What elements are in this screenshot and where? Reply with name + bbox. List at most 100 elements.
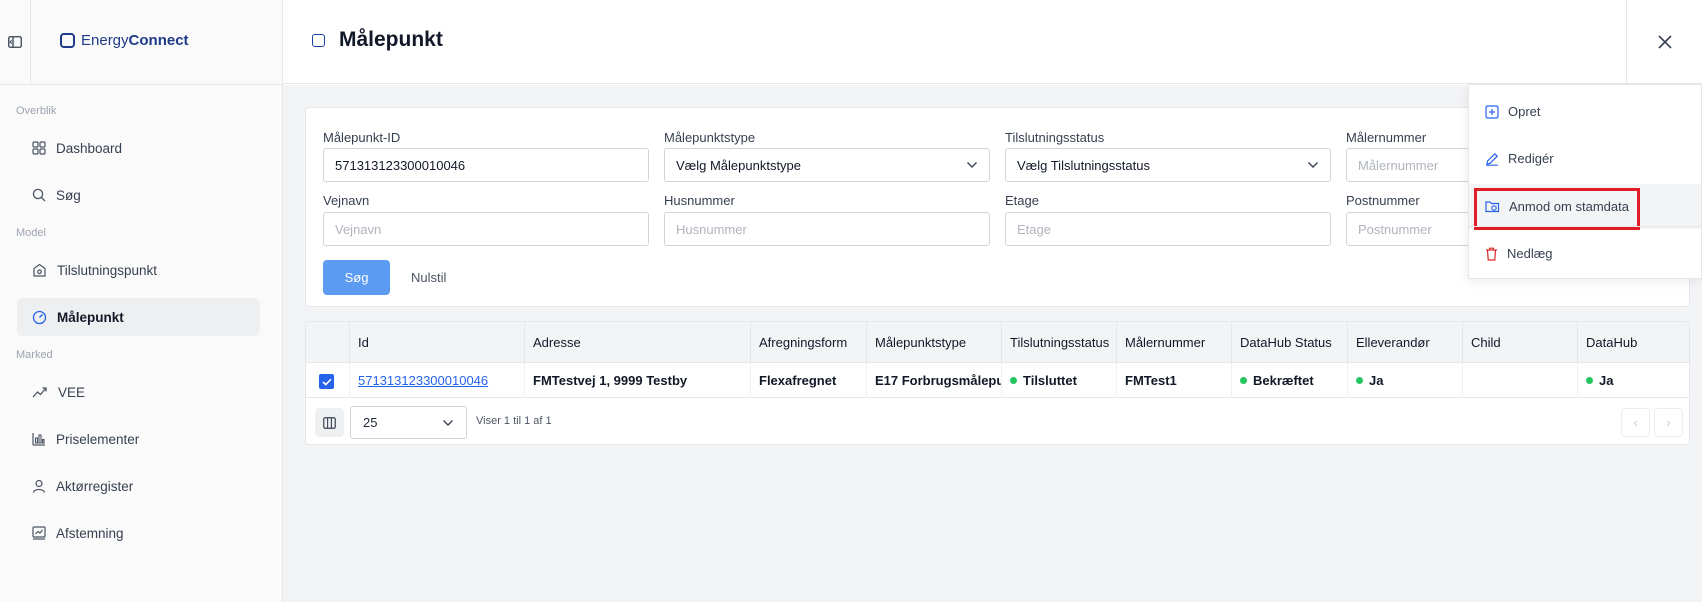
cell-maalernummer: FMTest1 bbox=[1116, 363, 1231, 398]
sidebar-item-label: Søg bbox=[56, 187, 81, 203]
menu-item-rediger[interactable]: Redigér bbox=[1469, 136, 1701, 181]
column-header-id[interactable]: Id bbox=[349, 322, 524, 363]
maalepunktstype-value: Vælg Målepunktstype bbox=[676, 157, 802, 173]
menu-item-label: Anmod om stamdata bbox=[1509, 199, 1629, 214]
sidebar-item-label: VEE bbox=[58, 384, 86, 400]
cell-child bbox=[1462, 363, 1577, 398]
trend-icon bbox=[32, 387, 47, 398]
column-header-afregningsform[interactable]: Afregningsform bbox=[750, 322, 866, 363]
chevron-down-icon bbox=[967, 162, 977, 168]
page-size-select[interactable]: 25 bbox=[350, 406, 467, 439]
table-footer: 25 Viser 1 til 1 af 1 ‹ › bbox=[306, 399, 1689, 444]
brand-logo[interactable]: EnergyConnect bbox=[60, 32, 189, 49]
menu-item-label: Opret bbox=[1508, 104, 1541, 119]
cell-datahub: Ja bbox=[1577, 363, 1689, 398]
sidebar-item-label: Aktørregister bbox=[56, 478, 134, 494]
brand-name-light: Energy bbox=[81, 32, 129, 49]
cell-adresse: FMTestvej 1, 9999 Testby bbox=[524, 363, 750, 398]
vejnavn-label: Vejnavn bbox=[323, 193, 370, 208]
user-icon bbox=[32, 479, 46, 493]
pagination-info: Viser 1 til 1 af 1 bbox=[476, 415, 552, 427]
search-button[interactable]: Søg bbox=[323, 260, 390, 295]
maalepunkt-id-label: Målepunkt-ID bbox=[323, 130, 401, 145]
plus-square-icon bbox=[1485, 104, 1499, 119]
sidebar-item-priselementer[interactable]: Priselementer bbox=[17, 420, 260, 458]
chevron-left-icon: ‹ bbox=[1633, 415, 1638, 430]
cell-maalepunktstype: E17 Forbrugsmålepunkt bbox=[866, 363, 1001, 398]
gauge-icon bbox=[32, 310, 47, 324]
folder-sync-icon bbox=[1485, 201, 1500, 213]
menu-item-opret[interactable]: Opret bbox=[1469, 89, 1701, 134]
columns-icon bbox=[323, 416, 336, 429]
divider bbox=[0, 84, 283, 85]
tilslutningsstatus-label: Tilslutningsstatus bbox=[1005, 130, 1105, 145]
actions-menu: Opret Redigér Anmod om stamdata Nedlæg bbox=[1468, 84, 1702, 279]
sidebar-item-soeg[interactable]: Søg bbox=[17, 176, 260, 214]
column-header-child[interactable]: Child bbox=[1462, 322, 1577, 363]
close-button[interactable] bbox=[1626, 0, 1702, 84]
page-title: Målepunkt bbox=[339, 28, 443, 51]
page-size-value: 25 bbox=[363, 415, 378, 430]
reset-button[interactable]: Nulstil bbox=[411, 260, 446, 295]
menu-item-label: Redigér bbox=[1508, 151, 1554, 166]
sidebar-item-vee[interactable]: VEE bbox=[17, 373, 260, 411]
title-checkbox-icon bbox=[312, 33, 325, 47]
results-table: Id Adresse Afregningsform Målepunktstype… bbox=[305, 321, 1690, 445]
column-header-tilslutningsstatus[interactable]: Tilslutningsstatus bbox=[1001, 322, 1116, 363]
husnummer-input[interactable] bbox=[664, 212, 990, 246]
pencil-icon bbox=[1486, 152, 1499, 166]
sidebar-item-label: Dashboard bbox=[56, 140, 123, 156]
chevron-right-icon: › bbox=[1666, 415, 1671, 430]
maalepunkt-id-input[interactable] bbox=[323, 148, 649, 182]
trash-icon bbox=[1486, 247, 1497, 261]
close-icon bbox=[1657, 35, 1672, 49]
sidebar-item-afstemning[interactable]: Afstemning bbox=[17, 514, 260, 552]
sidebar-item-label: Tilslutningspunkt bbox=[57, 262, 158, 278]
next-page-button[interactable]: › bbox=[1654, 408, 1683, 437]
menu-item-nedlaeg[interactable]: Nedlæg bbox=[1469, 231, 1701, 276]
sidebar-toggle-button[interactable] bbox=[0, 0, 31, 84]
section-label-marked: Marked bbox=[16, 349, 53, 361]
cell-tilslutningsstatus: Tilsluttet bbox=[1001, 363, 1116, 398]
column-header-maalernummer[interactable]: Målernummer bbox=[1116, 322, 1231, 363]
husnummer-label: Husnummer bbox=[664, 193, 735, 208]
previous-page-button[interactable]: ‹ bbox=[1621, 408, 1650, 437]
column-header-adresse[interactable]: Adresse bbox=[524, 322, 750, 363]
cell-elleverandoer: Ja bbox=[1347, 363, 1462, 398]
cell-id[interactable]: 571313123300010046 bbox=[349, 363, 524, 398]
column-header-maalepunktstype[interactable]: Målepunktstype bbox=[866, 322, 1001, 363]
sidebar-item-dashboard[interactable]: Dashboard bbox=[17, 129, 260, 167]
sidebar-item-aktoerregister[interactable]: Aktørregister bbox=[17, 467, 260, 505]
menu-item-anmod-om-stamdata[interactable]: Anmod om stamdata bbox=[1469, 184, 1701, 230]
check-icon bbox=[321, 378, 332, 386]
table-row[interactable]: 571313123300010046 FMTestvej 1, 9999 Tes… bbox=[306, 363, 1689, 398]
search-icon bbox=[32, 188, 46, 202]
tilslutningsstatus-value: Vælg Tilslutningsstatus bbox=[1017, 157, 1150, 173]
maalepunktstype-select[interactable]: Vælg Målepunktstype bbox=[664, 148, 990, 182]
etage-input[interactable] bbox=[1005, 212, 1331, 246]
chevron-down-icon bbox=[443, 419, 453, 426]
vejnavn-input[interactable] bbox=[323, 212, 649, 246]
column-header-datahub[interactable]: DataHub bbox=[1577, 322, 1689, 363]
title-wrap: Målepunkt bbox=[312, 28, 443, 52]
sidebar-item-maalepunkt[interactable]: Målepunkt bbox=[17, 298, 260, 336]
connection-icon bbox=[33, 263, 46, 277]
sidebar: EnergyConnect Overblik Dashboard Søg Mod… bbox=[0, 0, 283, 602]
select-column-header bbox=[306, 322, 349, 363]
tilslutningsstatus-select[interactable]: Vælg Tilslutningsstatus bbox=[1005, 148, 1331, 182]
maalepunkt-id-link[interactable]: 571313123300010046 bbox=[358, 373, 488, 388]
table-header: Id Adresse Afregningsform Målepunktstype… bbox=[306, 322, 1689, 363]
column-header-datahub-status[interactable]: DataHub Status bbox=[1231, 322, 1347, 363]
row-checkbox[interactable] bbox=[319, 374, 334, 389]
status-text: Ja bbox=[1599, 373, 1614, 388]
sidebar-item-label: Målepunkt bbox=[57, 309, 124, 325]
column-header-elleverandoer[interactable]: Elleverandør bbox=[1347, 322, 1462, 363]
page-header: Målepunkt bbox=[283, 0, 1702, 84]
sidebar-item-tilslutningspunkt[interactable]: Tilslutningspunkt bbox=[17, 251, 260, 289]
status-dot bbox=[1010, 377, 1017, 384]
brand-name-bold: Connect bbox=[128, 32, 189, 49]
status-dot bbox=[1586, 377, 1593, 384]
bar-chart-icon bbox=[32, 433, 45, 446]
column-settings-button[interactable] bbox=[315, 408, 344, 437]
menu-divider bbox=[1469, 226, 1701, 227]
